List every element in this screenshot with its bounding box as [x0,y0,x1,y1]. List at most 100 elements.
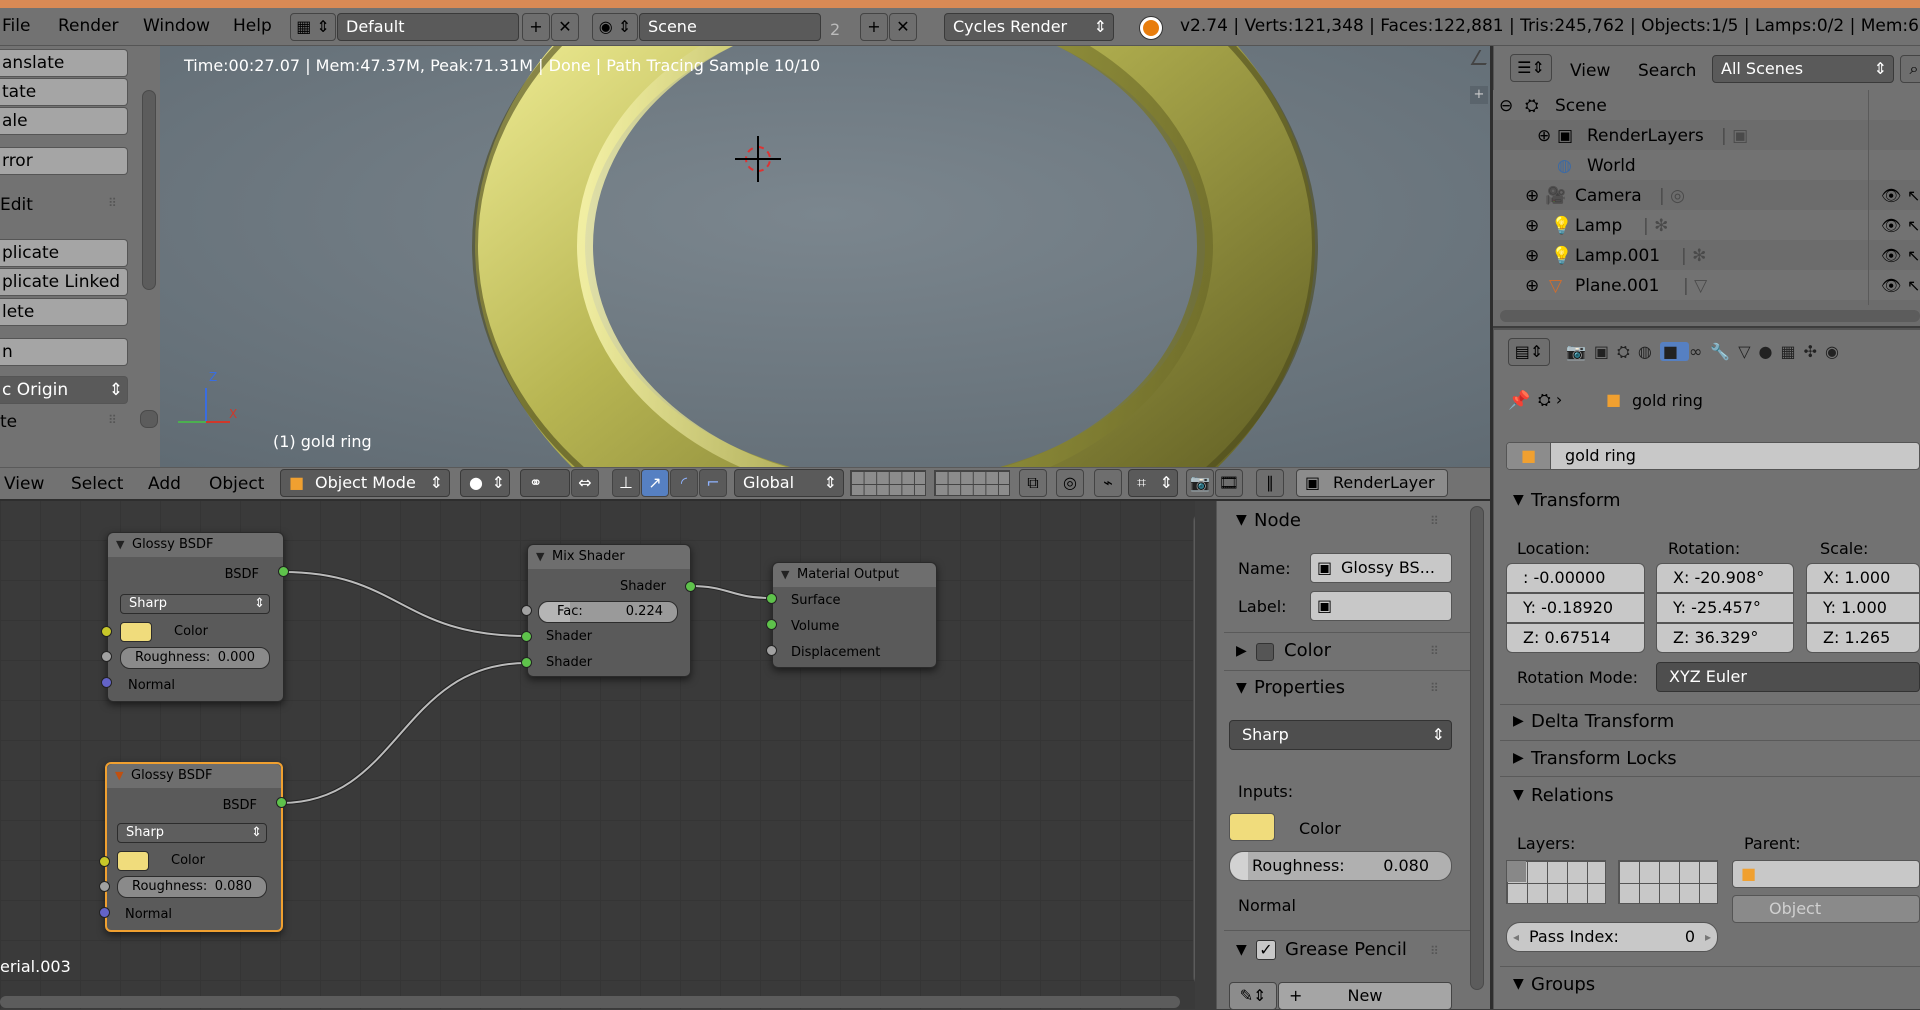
material-tab-icon[interactable]: ● [1759,342,1781,361]
expand-icon[interactable]: ⊕ [1537,121,1551,151]
properties-context-tabs[interactable]: 📷▣⛭◍ ■ ∞🔧▽●▦✣◉ [1566,338,1920,366]
delete-button[interactable]: lete [0,298,128,326]
collapse-triangle-icon[interactable]: ▼ [781,563,789,587]
relations-panel-title[interactable]: Relations [1531,785,1614,806]
rotation-mode-select[interactable]: XYZ Euler [1656,662,1920,692]
grease-pencil-panel-title[interactable]: Grease Pencil [1285,939,1407,960]
glossy-bsdf-node-2[interactable]: ▼ Glossy BSDF BSDF Sharp ⇕ Color Roughness… [105,762,283,932]
editor-type-properties-icon[interactable]: ▤⇕ [1508,338,1550,366]
outliner-row-camera[interactable]: ⊕ 🎥 Camera | ◎ 👁 ↖ [1493,181,1920,211]
expand-triangle-icon[interactable]: ▶ [1236,643,1247,659]
opengl-render-icon[interactable]: 📷 [1186,469,1214,497]
pivot-point-select[interactable]: ⚭ [520,469,570,497]
distribution-select[interactable]: Sharp ⇕ [117,823,267,843]
node-header[interactable]: ▼ Glossy BSDF [107,764,281,788]
properties-panel-title[interactable]: Properties [1254,677,1345,698]
delete-layout-icon[interactable]: ✕ [551,13,579,41]
drag-handle-icon[interactable]: ⠿ [1430,514,1439,528]
object-name-field[interactable]: ■ gold ring [1506,442,1920,470]
active-layer-cell[interactable] [1507,861,1526,882]
constraints-tab-icon[interactable]: ∞ [1689,342,1710,361]
visibility-eye-icon[interactable]: 👁 [1881,211,1901,241]
drag-handle-icon[interactable]: ⠿ [108,196,117,210]
collapse-icon[interactable]: ⊖ [1499,91,1513,121]
render-layer-button[interactable]: ▣ RenderLayer [1296,469,1448,497]
object-layers-grid-1[interactable] [1506,860,1606,904]
visibility-eye-icon[interactable]: 👁 [1881,181,1901,211]
proportional-editing-icon[interactable]: ◎ [1056,469,1084,497]
normal-input-socket[interactable] [99,907,110,918]
menu-window[interactable]: Window [143,14,210,38]
scale-y-field[interactable]: Y: 1.000 [1806,593,1920,623]
physics-tab-icon[interactable]: ◉ [1825,342,1847,361]
expand-icon[interactable]: ⊕ [1525,211,1539,241]
editor-type-outliner-icon[interactable]: ☰⇕ [1510,54,1552,82]
layer-buttons-1[interactable] [850,470,926,496]
distribution-select[interactable]: Sharp ⇕ [120,594,270,614]
bsdf-output-socket[interactable] [278,566,289,577]
collapse-triangle-icon[interactable]: ▼ [1236,680,1247,696]
node-header[interactable]: ▼ Mix Shader [528,545,690,569]
displacement-input-socket[interactable] [766,645,777,656]
set-origin-select[interactable]: c Origin ⇕ [0,376,128,404]
area-divider-vertical[interactable] [1490,46,1493,1009]
particles-tab-icon[interactable]: ✣ [1804,342,1825,361]
glossy-bsdf-node-1[interactable]: ▼ Glossy BSDF BSDF Sharp ⇕ Color Roughness… [107,532,284,702]
scale-x-field[interactable]: X: 1.000 [1806,563,1920,593]
area-divider-horizontal[interactable] [0,499,1490,501]
collapse-triangle-icon[interactable]: ▼ [116,533,124,557]
expand-icon[interactable]: ⊕ [1525,241,1539,271]
node-panel-title[interactable]: Node [1254,510,1301,531]
fac-slider[interactable]: Fac: 0.224 [538,601,678,623]
lock-camera-layers-icon[interactable]: ⧉ [1019,469,1047,497]
selectability-cursor-icon[interactable]: ↖ [1907,181,1920,211]
properties-toggle-icon[interactable]: + [1470,86,1488,104]
render-tab-icon[interactable]: 📷 [1566,342,1594,361]
delta-transform-panel-title[interactable]: Delta Transform [1531,711,1674,732]
rotate-widget-icon[interactable]: ◜ [670,469,698,497]
delete-scene-icon[interactable]: ✕ [889,13,917,41]
duplicate-button[interactable]: plicate [0,239,128,267]
shader-input-socket-2[interactable] [521,657,532,668]
mirror-button[interactable]: rror [0,147,128,175]
location-y-field[interactable]: Y: -0.18920 [1506,593,1645,623]
roughness-input-socket[interactable] [101,651,112,662]
drag-handle-icon[interactable]: ⠿ [108,413,117,427]
transform-locks-panel-title[interactable]: Transform Locks [1531,748,1677,769]
menu-help[interactable]: Help [233,14,272,38]
node-editor-hscrollbar[interactable] [0,996,1180,1008]
material-output-node[interactable]: ▼ Material Output Surface Volume Displace… [772,562,937,668]
shader-output-socket[interactable] [685,581,696,592]
expand-triangle-icon[interactable]: ▶ [1513,750,1524,766]
collapse-triangle-icon[interactable]: ▼ [1513,976,1524,992]
parent-field[interactable]: ■ [1732,860,1920,888]
outliner-menu-search[interactable]: Search [1638,59,1696,83]
mode-select[interactable]: ■ Object Mode ⇕ [280,469,450,497]
collapse-triangle-icon[interactable]: ▼ [1513,492,1524,508]
selectability-cursor-icon[interactable]: ↖ [1907,271,1920,301]
texture-tab-icon[interactable]: ▦ [1780,342,1803,361]
color-input-socket[interactable] [101,626,112,637]
location-z-field[interactable]: Z: 0.67514 [1506,623,1645,653]
world-tab-icon[interactable]: ◍ [1638,342,1660,361]
pin-icon[interactable]: 📌 [1508,390,1530,411]
modifiers-tab-icon[interactable]: 🔧 [1710,342,1738,361]
opengl-animation-icon[interactable]: 🎞 [1215,469,1243,497]
roughness-slider[interactable]: Roughness: 0.080 [1229,851,1452,881]
color-swatch[interactable] [120,622,152,642]
object-tab-icon[interactable]: ■ [1659,342,1689,361]
menu-file[interactable]: File [2,14,30,38]
mix-shader-node[interactable]: ▼ Mix Shader Shader Fac: 0.224 Shader Shad… [527,544,691,677]
node-label-field[interactable]: ▣ [1310,591,1452,621]
scale-button[interactable]: ale [0,107,128,135]
roughness-slider[interactable]: Roughness: 0.000 [120,647,270,669]
groups-panel-title[interactable]: Groups [1531,974,1595,995]
menu-select[interactable]: Select [71,473,123,495]
expand-icon[interactable]: ⊕ [1525,271,1539,301]
collapse-triangle-icon[interactable]: ▼ [1236,512,1247,528]
distribution-select[interactable]: Sharp ⇕ [1229,720,1452,750]
increment-arrow-icon[interactable]: ▸ [1705,923,1711,951]
layer-buttons-2[interactable] [934,470,1010,496]
collapse-triangle-icon[interactable]: ▼ [1513,787,1524,803]
scale-z-field[interactable]: Z: 1.265 [1806,623,1920,653]
